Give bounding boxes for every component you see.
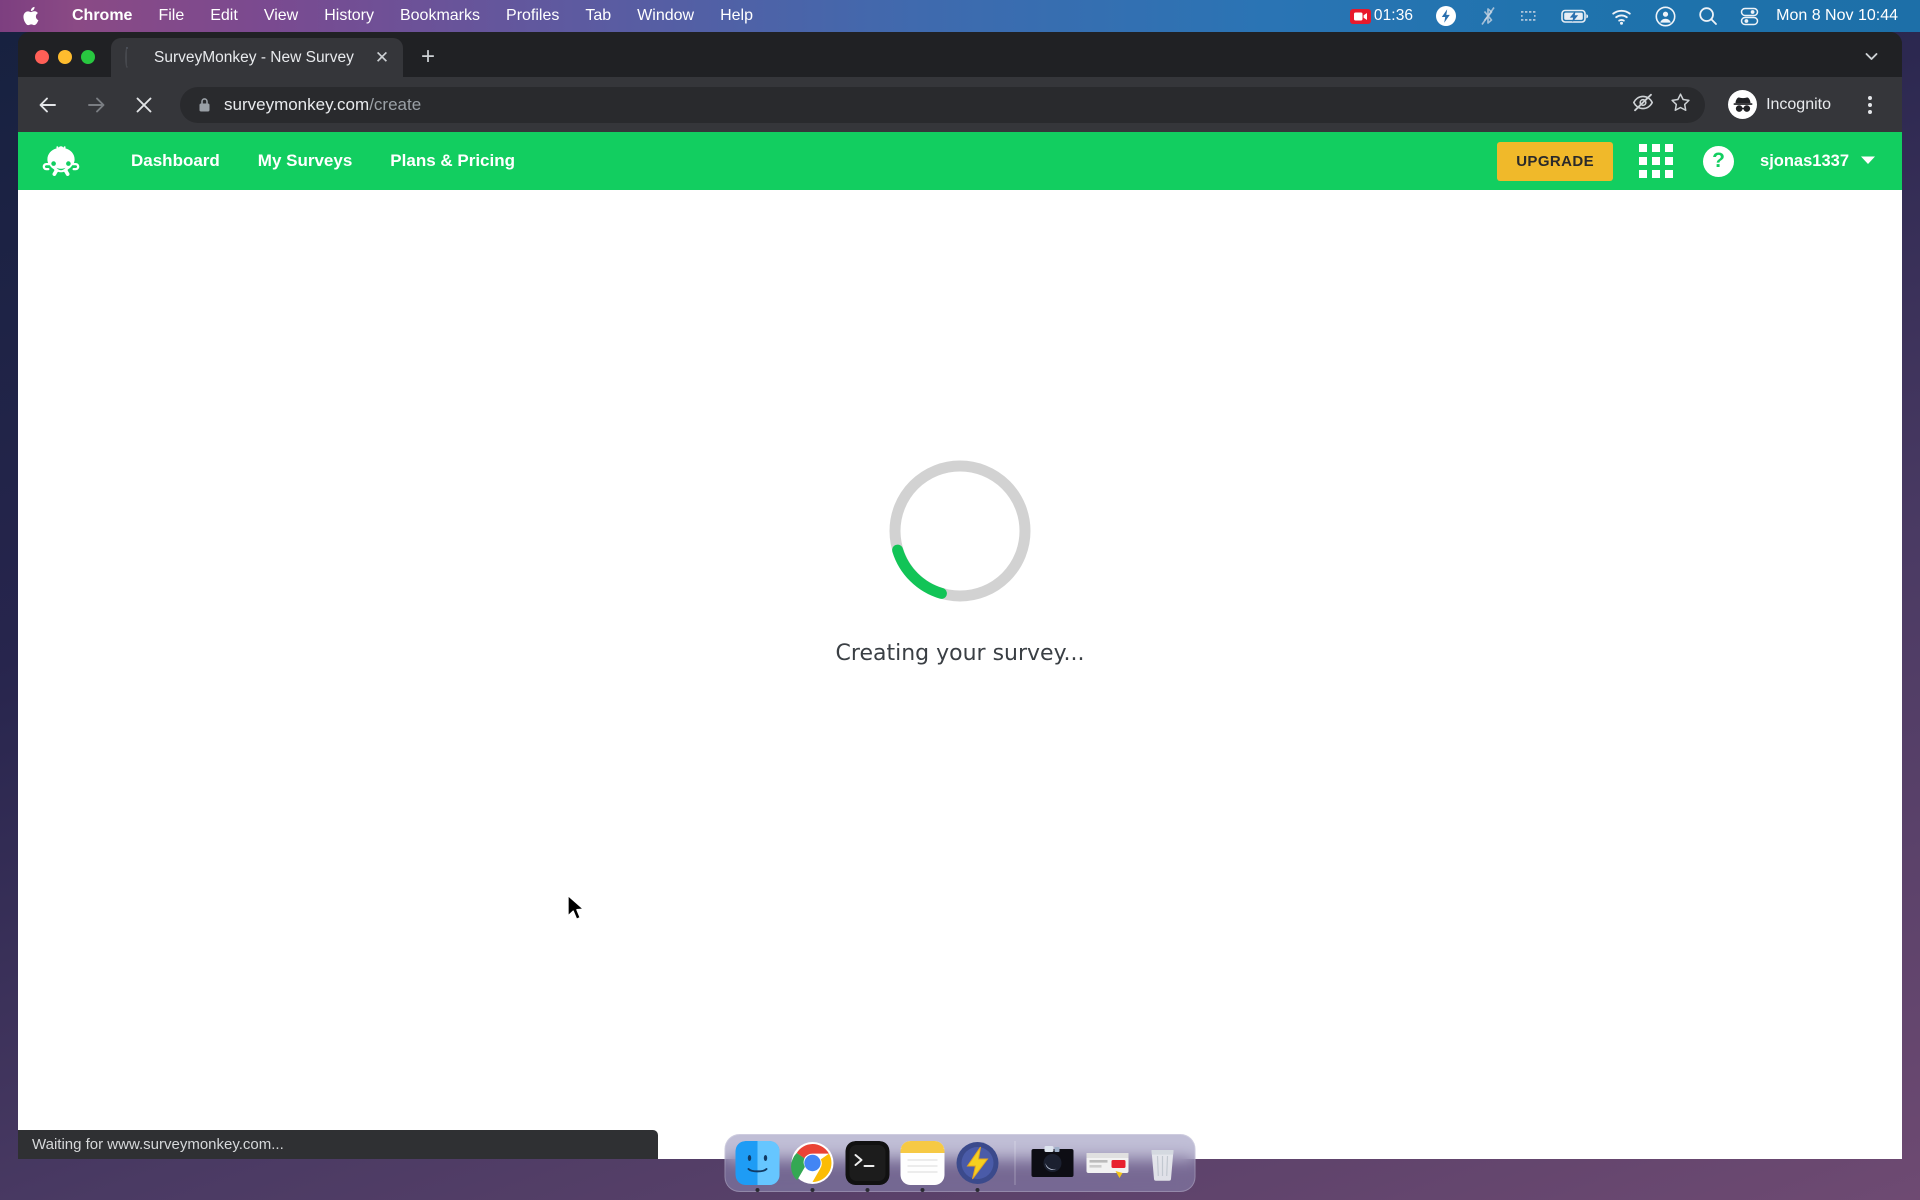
menu-history[interactable]: History	[311, 5, 387, 27]
dotted-square-icon[interactable]	[1508, 4, 1550, 28]
lock-icon	[198, 97, 211, 113]
dock-minimized-window-1[interactable]	[1030, 1140, 1076, 1186]
menu-bar-status-items: 01:36 Mon 8 Nov 10:44	[1339, 4, 1920, 28]
nav-plans-pricing[interactable]: Plans & Pricing	[371, 151, 534, 171]
menu-view[interactable]: View	[251, 5, 311, 27]
incognito-spy-icon	[1728, 90, 1758, 119]
minimize-button[interactable]	[58, 50, 72, 64]
dock-item-notes[interactable]	[900, 1140, 946, 1192]
battery-charging-icon[interactable]	[1550, 4, 1600, 28]
chrome-browser-window: SurveyMonkey - New Survey ✕ + surveymonk…	[18, 32, 1902, 1159]
recording-timer: 01:36	[1373, 7, 1414, 24]
running-indicator	[975, 1188, 980, 1192]
username-label: sjonas1337	[1760, 151, 1849, 170]
loading-status-text: Creating your survey...	[835, 641, 1085, 666]
menu-edit[interactable]: Edit	[197, 5, 251, 27]
menu-file[interactable]: File	[145, 5, 197, 27]
control-center-user-icon[interactable]	[1644, 4, 1687, 28]
bolt-icon[interactable]	[1424, 4, 1468, 28]
running-indicator	[810, 1188, 815, 1192]
browser-tab[interactable]: SurveyMonkey - New Survey ✕	[111, 38, 403, 77]
nav-dashboard[interactable]: Dashboard	[112, 151, 239, 171]
user-account-menu[interactable]: sjonas1337	[1760, 152, 1880, 171]
menu-chrome[interactable]: Chrome	[59, 5, 145, 27]
arrow-left-icon[interactable]	[28, 85, 68, 125]
notes-icon	[900, 1141, 945, 1185]
browser-toolbar: surveymonkey.com/create Incognito	[18, 77, 1902, 132]
wifi-icon[interactable]	[1600, 4, 1644, 28]
address-bar-actions	[1620, 92, 1691, 118]
apps-grid-icon[interactable]	[1639, 144, 1674, 178]
third-party-cookie-blocked-icon[interactable]	[1632, 93, 1654, 117]
survey-creation-loading: Creating your survey...	[18, 190, 1902, 666]
control-center-icon[interactable]	[1729, 4, 1770, 28]
incognito-profile-chip[interactable]: Incognito	[1723, 88, 1846, 122]
mouse-pointer-icon	[566, 894, 586, 927]
chevron-down-icon	[1860, 152, 1876, 171]
spotlight-search-icon[interactable]	[1687, 4, 1729, 28]
chevron-down-icon[interactable]	[1856, 41, 1886, 71]
trash-icon	[1141, 1141, 1185, 1185]
dock-item-finder[interactable]	[735, 1140, 781, 1192]
apple-logo-icon[interactable]	[22, 6, 39, 26]
running-indicator	[755, 1188, 760, 1192]
dock-item-terminal[interactable]	[845, 1140, 891, 1192]
screen-recording-status[interactable]: 01:36	[1339, 4, 1424, 28]
menu-bookmarks[interactable]: Bookmarks	[387, 5, 493, 27]
menu-window[interactable]: Window	[624, 5, 707, 27]
page-viewport: Dashboard My Surveys Plans & Pricing UPG…	[18, 132, 1902, 1159]
surveymonkey-monkey-logo-icon[interactable]	[40, 143, 82, 179]
tab-title: SurveyMonkey - New Survey	[154, 48, 354, 66]
loading-spinner-icon	[884, 455, 1036, 607]
surveymonkey-header-actions: UPGRADE ? sjonas1337	[1497, 141, 1880, 181]
maximize-button[interactable]	[81, 50, 95, 64]
status-bubble: Waiting for www.surveymonkey.com...	[18, 1130, 658, 1159]
dock-item-trash[interactable]	[1140, 1140, 1186, 1186]
tab-close-button[interactable]: ✕	[371, 47, 393, 69]
menu-help[interactable]: Help	[707, 5, 766, 27]
dock-item-chrome[interactable]	[790, 1140, 836, 1192]
stop-loading-x-icon[interactable]	[124, 85, 164, 125]
window-thumb-light-icon	[1086, 1141, 1130, 1185]
bolt-app-icon	[956, 1141, 1000, 1185]
menu-profiles[interactable]: Profiles	[493, 5, 572, 27]
running-indicator	[920, 1188, 925, 1192]
finder-icon	[735, 1141, 780, 1185]
macos-menu-bar: Chrome File Edit View History Bookmarks …	[0, 0, 1920, 32]
three-dot-menu-icon[interactable]	[1852, 87, 1888, 123]
running-indicator	[865, 1188, 870, 1192]
macos-dock	[724, 1134, 1196, 1192]
bluetooth-off-icon[interactable]	[1468, 4, 1508, 28]
window-traffic-lights	[18, 50, 111, 77]
tab-strip: SurveyMonkey - New Survey ✕ +	[18, 32, 1902, 77]
dock-separator	[1014, 1141, 1016, 1185]
new-tab-button[interactable]: +	[411, 40, 445, 74]
screen-recording-icon	[1349, 8, 1371, 24]
menu-tab[interactable]: Tab	[572, 5, 624, 27]
dock-minimized-window-2[interactable]	[1085, 1140, 1131, 1186]
surveymonkey-header: Dashboard My Surveys Plans & Pricing UPG…	[18, 132, 1902, 190]
star-icon[interactable]	[1670, 92, 1691, 118]
dock-item-bolt-app[interactable]	[955, 1140, 1001, 1192]
surveymonkey-nav: Dashboard My Surveys Plans & Pricing	[112, 151, 534, 171]
help-question-icon[interactable]: ?	[1703, 145, 1735, 177]
upgrade-button[interactable]: UPGRADE	[1497, 141, 1614, 181]
address-bar[interactable]: surveymonkey.com/create	[180, 86, 1706, 123]
terminal-icon	[845, 1141, 890, 1185]
tab-loading-spinner-icon	[125, 47, 142, 68]
chrome-icon	[791, 1141, 835, 1185]
window-thumb-dark-icon	[1031, 1141, 1075, 1185]
incognito-label: Incognito	[1766, 95, 1831, 113]
close-button[interactable]	[35, 50, 49, 64]
nav-my-surveys[interactable]: My Surveys	[239, 151, 372, 171]
address-bar-url: surveymonkey.com/create	[224, 95, 421, 115]
url-domain: surveymonkey.com	[224, 94, 370, 114]
menu-bar-clock[interactable]: Mon 8 Nov 10:44	[1770, 7, 1898, 25]
arrow-right-icon	[76, 85, 116, 125]
url-path: /create	[369, 94, 422, 114]
